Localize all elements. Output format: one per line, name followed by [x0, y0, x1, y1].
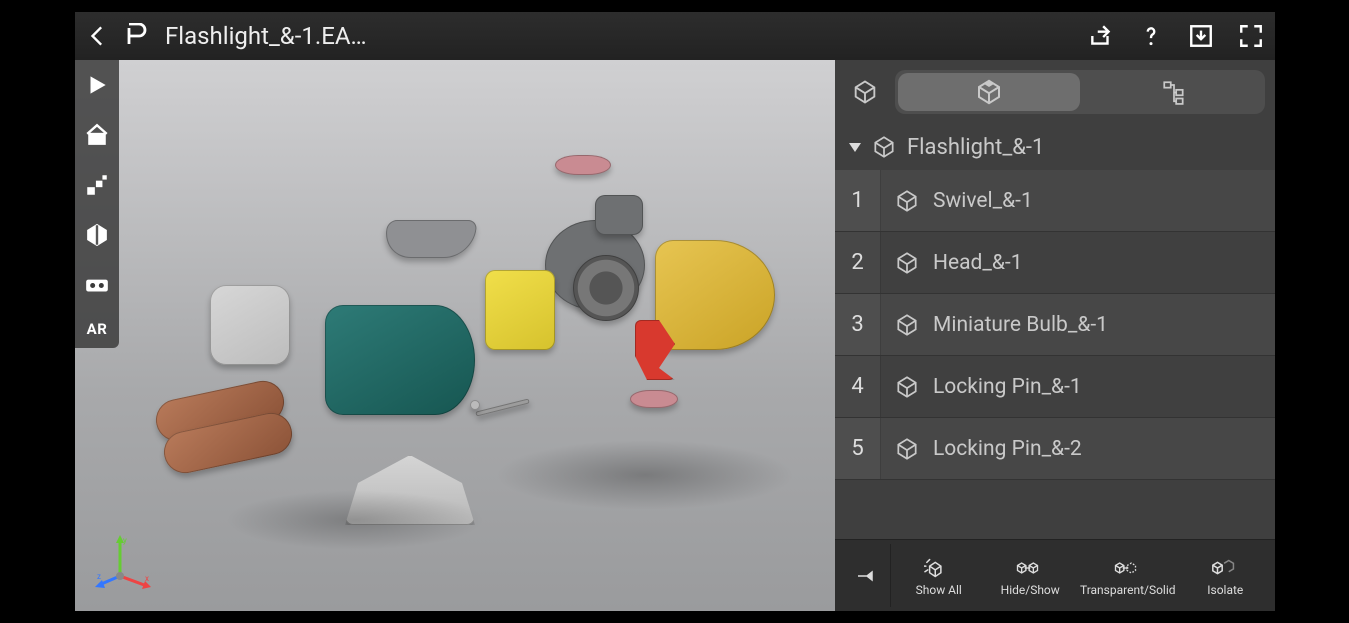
tree-root-label: Flashlight_&-1	[907, 135, 1044, 160]
svg-text:y: y	[123, 536, 127, 545]
part-icon	[887, 312, 927, 338]
home-icon[interactable]	[82, 120, 112, 150]
left-toolbar: AR	[75, 60, 119, 348]
vr-icon[interactable]	[82, 270, 112, 300]
part-icon	[887, 250, 927, 276]
list-item[interactable]: 2 Head_&-1	[835, 232, 1275, 294]
hide-show-button[interactable]: Hide/Show	[986, 555, 1073, 597]
shadow	[495, 440, 795, 510]
part-icon	[887, 436, 927, 462]
row-index: 2	[835, 232, 881, 293]
row-label: Swivel_&-1	[933, 189, 1033, 213]
panel-mode-icon[interactable]	[845, 72, 885, 112]
shadow	[225, 490, 485, 550]
ar-button[interactable]: AR	[87, 320, 108, 338]
list-item[interactable]: 1 Swivel_&-1	[835, 170, 1275, 232]
row-label: Locking Pin_&-2	[933, 437, 1082, 461]
pin-panel-button[interactable]	[841, 544, 891, 607]
part-clip-cover	[382, 220, 477, 258]
svg-text:z: z	[97, 572, 101, 581]
list-item[interactable]: 4 Locking Pin_&-1	[835, 356, 1275, 418]
part-head	[655, 240, 775, 350]
tree-root[interactable]: Flashlight_&-1	[835, 124, 1275, 170]
part-icon	[887, 188, 927, 214]
play-icon[interactable]	[82, 70, 112, 100]
part-switch-housing	[485, 270, 555, 350]
import-icon[interactable]	[1185, 20, 1217, 52]
part-icon	[887, 374, 927, 400]
component-panel: Flashlight_&-1 1 Swivel_&-1 2 Head_&-1 3…	[835, 60, 1275, 611]
explode-icon[interactable]	[82, 170, 112, 200]
panel-view-toggle	[895, 70, 1265, 114]
back-icon[interactable]	[83, 20, 115, 52]
list-item[interactable]: 5 Locking Pin_&-2	[835, 418, 1275, 480]
part-button-cap-top	[555, 155, 611, 175]
part-screw-head	[470, 400, 480, 410]
row-label: Locking Pin_&-1	[933, 375, 1082, 399]
app-logo-icon	[125, 20, 149, 52]
part-button-cap-bottom	[630, 390, 678, 408]
part-body	[325, 305, 475, 415]
action-label: Hide/Show	[1001, 583, 1060, 597]
section-view-icon[interactable]	[82, 220, 112, 250]
action-label: Transparent/Solid	[1080, 583, 1176, 597]
orientation-triad[interactable]: y x z	[95, 531, 155, 591]
help-icon[interactable]	[1135, 20, 1167, 52]
collapse-triangle-icon[interactable]	[849, 143, 861, 152]
transparent-solid-button[interactable]: Transparent/Solid	[1078, 555, 1178, 597]
isolate-button[interactable]: Isolate	[1182, 555, 1269, 597]
action-label: Isolate	[1207, 583, 1243, 597]
panel-action-bar: Show All Hide/Show Transparent/Solid Iso…	[835, 539, 1275, 611]
row-label: Miniature Bulb_&-1	[933, 313, 1108, 337]
part-screw	[475, 398, 530, 416]
part-end-cap	[210, 285, 290, 365]
row-index: 4	[835, 356, 881, 417]
row-index: 5	[835, 418, 881, 479]
show-all-button[interactable]: Show All	[895, 555, 982, 597]
document-title: Flashlight_&-1.EA…	[165, 22, 367, 50]
part-lens-inner	[573, 255, 639, 321]
fullscreen-icon[interactable]	[1235, 20, 1267, 52]
row-index: 3	[835, 294, 881, 355]
viewport-3d[interactable]: AR y x z	[75, 60, 835, 611]
component-list[interactable]: 1 Swivel_&-1 2 Head_&-1 3 Miniature Bulb…	[835, 170, 1275, 539]
part-swivel-arm	[595, 195, 643, 235]
tab-tree[interactable]	[1083, 70, 1265, 114]
top-bar: Flashlight_&-1.EA…	[75, 12, 1275, 60]
share-icon[interactable]	[1085, 20, 1117, 52]
svg-text:x: x	[145, 574, 149, 583]
row-label: Head_&-1	[933, 251, 1023, 275]
tab-components[interactable]	[898, 73, 1080, 111]
list-item[interactable]: 3 Miniature Bulb_&-1	[835, 294, 1275, 356]
action-label: Show All	[916, 583, 962, 597]
row-index: 1	[835, 170, 881, 231]
